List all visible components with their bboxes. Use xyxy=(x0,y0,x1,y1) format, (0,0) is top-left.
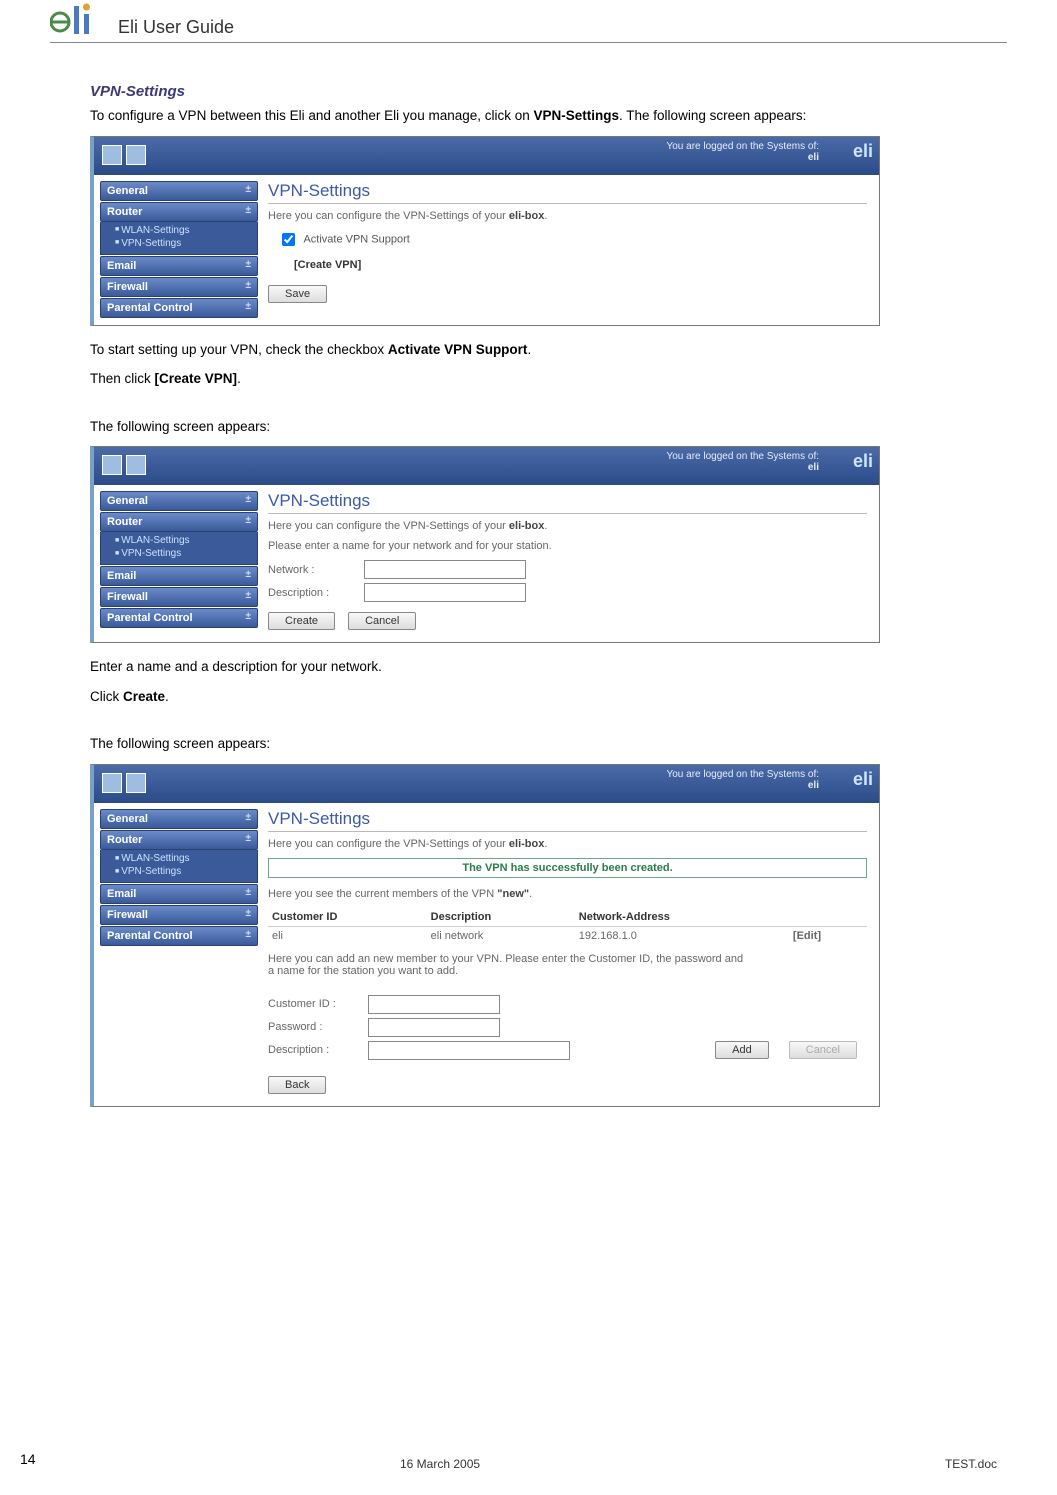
footer-filename: TEST.doc xyxy=(945,1457,997,1471)
intro-paragraph: To configure a VPN between this Eli and … xyxy=(90,106,1007,126)
activate-vpn-label: Activate VPN Support xyxy=(303,233,409,245)
save-button[interactable]: Save xyxy=(268,285,327,303)
sidebar-item-email[interactable]: Email xyxy=(100,256,258,276)
lead-2: The following screen appears: xyxy=(90,417,1007,437)
col-description: Description xyxy=(427,908,575,927)
sidebar-item-firewall[interactable]: Firewall xyxy=(100,587,258,607)
sidebar-subitem-vpn[interactable]: VPN-Settings xyxy=(115,865,253,878)
sidebar-item-parental[interactable]: Parental Control xyxy=(100,298,258,318)
cancel-button-2[interactable]: Cancel xyxy=(789,1041,857,1059)
edit-link[interactable]: [Edit] xyxy=(789,926,867,945)
customer-id-input[interactable] xyxy=(368,995,500,1014)
back-button[interactable]: Back xyxy=(268,1076,326,1094)
description-label: Description : xyxy=(268,587,358,599)
footer-date: 16 March 2005 xyxy=(400,1457,480,1471)
password-input[interactable] xyxy=(368,1018,500,1037)
activate-vpn-checkbox[interactable] xyxy=(282,233,295,246)
sidebar-subitem-wlan[interactable]: WLAN-Settings xyxy=(115,224,253,237)
success-message: The VPN has successfully been created. xyxy=(268,858,867,878)
description-label-2: Description : xyxy=(268,1044,358,1056)
brand-icon: eli xyxy=(853,141,873,162)
sidebar-item-general[interactable]: General xyxy=(100,809,258,829)
create-vpn-link[interactable]: [Create VPN] xyxy=(294,259,867,271)
sidebar-subitem-wlan[interactable]: WLAN-Settings xyxy=(115,534,253,547)
sidebar-item-firewall[interactable]: Firewall xyxy=(100,905,258,925)
col-customer-id: Customer ID xyxy=(268,908,427,927)
brand-icon: eli xyxy=(853,451,873,472)
instruction-click-create: Click Create. xyxy=(90,687,1007,707)
sidebar-item-router[interactable]: Router xyxy=(100,202,258,222)
brand-icon: eli xyxy=(853,769,873,790)
sidebar-item-general[interactable]: General xyxy=(100,181,258,201)
header-title: Eli User Guide xyxy=(118,17,234,38)
eli-logo-icon xyxy=(50,0,110,38)
password-label: Password : xyxy=(268,1021,358,1033)
section-heading: VPN-Settings xyxy=(90,83,1007,100)
customer-id-label: Customer ID : xyxy=(268,998,358,1010)
sidebar-subitem-vpn[interactable]: VPN-Settings xyxy=(115,547,253,560)
create-button[interactable]: Create xyxy=(268,612,335,630)
col-network: Network-Address xyxy=(575,908,789,927)
panel-title: VPN-Settings xyxy=(268,181,867,204)
sidebar-item-parental[interactable]: Parental Control xyxy=(100,608,258,628)
sidebar-subitem-vpn[interactable]: VPN-Settings xyxy=(115,237,253,250)
instruction-create-click: Then click [Create VPN]. xyxy=(90,369,1007,389)
page-header: Eli User Guide xyxy=(50,0,1007,43)
sidebar-subitem-wlan[interactable]: WLAN-Settings xyxy=(115,852,253,865)
description-input-2[interactable] xyxy=(368,1041,570,1060)
table-row: eli eli network 192.168.1.0 [Edit] xyxy=(268,926,867,945)
screenshot-1: You are logged on the Systems of: eli el… xyxy=(90,136,880,326)
instruction-activate: To start setting up your VPN, check the … xyxy=(90,340,1007,360)
sidebar-item-email[interactable]: Email xyxy=(100,884,258,904)
sidebar-item-general[interactable]: General xyxy=(100,491,258,511)
lead-3: The following screen appears: xyxy=(90,734,1007,754)
network-input[interactable] xyxy=(364,560,526,579)
members-table: Customer ID Description Network-Address … xyxy=(268,908,867,945)
sidebar-item-router[interactable]: Router xyxy=(100,512,258,532)
network-label: Network : xyxy=(268,564,358,576)
screenshot-2: You are logged on the Systems of: eli el… xyxy=(90,446,880,643)
screenshot-3: You are logged on the Systems of: eli el… xyxy=(90,764,880,1107)
sidebar-item-parental[interactable]: Parental Control xyxy=(100,926,258,946)
cancel-button[interactable]: Cancel xyxy=(348,612,416,630)
description-input[interactable] xyxy=(364,583,526,602)
sidebar-item-firewall[interactable]: Firewall xyxy=(100,277,258,297)
sidebar-item-email[interactable]: Email xyxy=(100,566,258,586)
instruction-enter-name: Enter a name and a description for your … xyxy=(90,657,1007,677)
panel-title: VPN-Settings xyxy=(268,809,867,832)
add-button[interactable]: Add xyxy=(715,1041,769,1059)
panel-title: VPN-Settings xyxy=(268,491,867,514)
sidebar-item-router[interactable]: Router xyxy=(100,830,258,850)
